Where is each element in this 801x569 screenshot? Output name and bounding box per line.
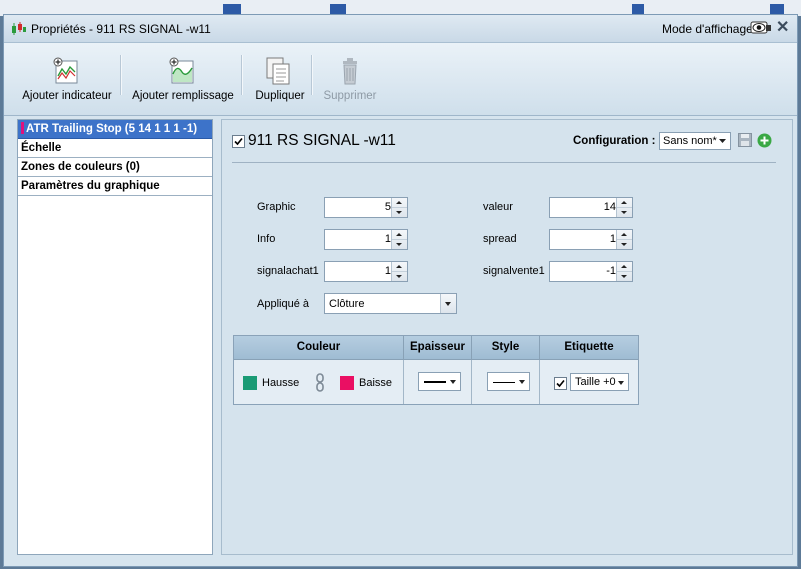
sidebar-item-chart-params[interactable]: Paramètres du graphique xyxy=(18,177,212,196)
sidebar-item-label: Échelle xyxy=(21,142,62,154)
toolbar-divider xyxy=(241,55,243,95)
duplicate-label: Dupliquer xyxy=(255,90,305,102)
configuration-label: Configuration : xyxy=(573,135,656,147)
param-valeur-input[interactable]: 14 xyxy=(549,197,633,218)
color-cell: Hausse Baisse xyxy=(234,360,404,404)
trash-icon xyxy=(343,58,357,85)
duplicate-icon xyxy=(266,57,290,85)
sidebar-item-label: Zones de couleurs (0) xyxy=(21,161,140,173)
param-valeur-label: valeur xyxy=(483,201,513,213)
chevron-down-icon xyxy=(519,380,525,384)
sidebar-list: ATR Trailing Stop (5 14 1 1 1 -1) Échell… xyxy=(17,119,213,555)
close-icon[interactable]: ✕ xyxy=(776,19,789,37)
chevron-down-icon xyxy=(450,380,456,384)
thickness-cell xyxy=(404,360,472,404)
thickness-column-header: Epaisseur xyxy=(404,336,472,360)
param-graphic-label: Graphic xyxy=(257,201,296,213)
chevron-down-icon xyxy=(440,294,456,313)
delete-label: Supprimer xyxy=(323,90,377,102)
properties-dialog: Propriétés - 911 RS SIGNAL -w11 Mode d'a… xyxy=(3,14,798,567)
spinner-buttons[interactable] xyxy=(391,198,407,217)
toolbar-divider xyxy=(311,55,313,95)
param-valeur-value: 14 xyxy=(603,201,616,213)
spinner-buttons[interactable] xyxy=(616,262,632,281)
spinner-buttons[interactable] xyxy=(616,230,632,249)
up-color-label: Hausse xyxy=(262,377,300,389)
applied-to-value: Clôture xyxy=(329,298,365,310)
style-table: Couleur Epaisseur Style Etiquette Hausse… xyxy=(233,335,639,405)
style-column-header: Style xyxy=(472,336,540,360)
label-size-value: Taille +0 xyxy=(575,376,616,388)
param-signalvente1-input[interactable]: -1 xyxy=(549,261,633,282)
down-color-swatch[interactable] xyxy=(340,376,354,390)
thickness-select[interactable] xyxy=(418,372,461,391)
line-style-select[interactable] xyxy=(487,372,530,391)
spinner-buttons[interactable] xyxy=(391,262,407,281)
spinner-buttons[interactable] xyxy=(616,198,632,217)
sidebar-item-color-zones[interactable]: Zones de couleurs (0) xyxy=(18,158,212,177)
label-cell: Taille +0 xyxy=(540,360,638,404)
display-mode-icon[interactable] xyxy=(750,19,772,37)
style-cell xyxy=(472,360,540,404)
label-size-select[interactable]: Taille +0 xyxy=(570,373,629,391)
display-mode-label[interactable]: Mode d'affichage xyxy=(662,22,753,36)
link-icon[interactable] xyxy=(315,373,325,392)
add-fill-button[interactable]: Ajouter remplissage xyxy=(132,43,234,115)
save-icon[interactable] xyxy=(738,133,752,147)
indicator-title: 911 RS SIGNAL -w11 xyxy=(248,132,396,149)
title-bar: Propriétés - 911 RS SIGNAL -w11 Mode d'a… xyxy=(4,15,797,43)
window-title: Propriétés - 911 RS SIGNAL -w11 xyxy=(31,22,211,36)
param-graphic-input[interactable]: 5 xyxy=(324,197,408,218)
color-column-header: Couleur xyxy=(234,336,404,360)
sidebar-item-atr-trailing-stop[interactable]: ATR Trailing Stop (5 14 1 1 1 -1) xyxy=(18,120,212,139)
param-signalvente1-label: signalvente1 xyxy=(483,265,545,277)
candlestick-icon xyxy=(12,22,26,35)
sidebar-item-label: Paramètres du graphique xyxy=(21,180,160,192)
add-configuration-icon[interactable] xyxy=(757,133,772,148)
chevron-down-icon xyxy=(719,139,726,143)
line-style-preview xyxy=(493,382,515,383)
spinner-buttons[interactable] xyxy=(391,230,407,249)
delete-button[interactable]: Supprimer xyxy=(320,43,380,115)
applied-to-select[interactable]: Clôture xyxy=(324,293,457,314)
param-signalachat1-label: signalachat1 xyxy=(257,265,319,277)
add-indicator-icon xyxy=(53,57,78,84)
checkmark-icon xyxy=(234,137,243,146)
param-spread-input[interactable]: 1 xyxy=(549,229,633,250)
duplicate-button[interactable]: Dupliquer xyxy=(252,43,308,115)
indicator-color-swatch xyxy=(21,122,24,134)
chevron-down-icon xyxy=(618,381,624,385)
thickness-preview xyxy=(424,381,446,383)
checkmark-icon xyxy=(556,379,565,388)
param-signalachat1-input[interactable]: 1 xyxy=(324,261,408,282)
label-column-header: Etiquette xyxy=(540,336,638,360)
param-info-input[interactable]: 1 xyxy=(324,229,408,250)
toolbar: Ajouter indicateur Ajouter remplissage D… xyxy=(4,43,797,116)
param-signalvente1-value: -1 xyxy=(606,265,616,277)
applied-to-label: Appliqué à xyxy=(257,298,309,310)
toolbar-divider xyxy=(120,55,122,95)
add-indicator-button[interactable]: Ajouter indicateur xyxy=(22,43,112,115)
add-fill-icon xyxy=(169,57,194,84)
add-fill-label: Ajouter remplissage xyxy=(132,90,234,102)
up-color-swatch[interactable] xyxy=(243,376,257,390)
param-info-label: Info xyxy=(257,233,276,245)
param-spread-label: spread xyxy=(483,233,517,245)
sidebar-item-label: ATR Trailing Stop (5 14 1 1 1 -1) xyxy=(26,123,198,135)
header-divider xyxy=(232,162,776,163)
down-color-label: Baisse xyxy=(359,377,393,389)
add-indicator-label: Ajouter indicateur xyxy=(22,90,112,102)
indicator-enabled-checkbox[interactable] xyxy=(232,135,245,148)
configuration-select[interactable]: Sans nom* xyxy=(659,132,731,150)
configuration-value: Sans nom* xyxy=(663,135,717,147)
label-enabled-checkbox[interactable] xyxy=(554,377,567,390)
sidebar-item-echelle[interactable]: Échelle xyxy=(18,139,212,158)
indicator-settings-panel: 911 RS SIGNAL -w11 Configuration : Sans … xyxy=(221,119,793,555)
